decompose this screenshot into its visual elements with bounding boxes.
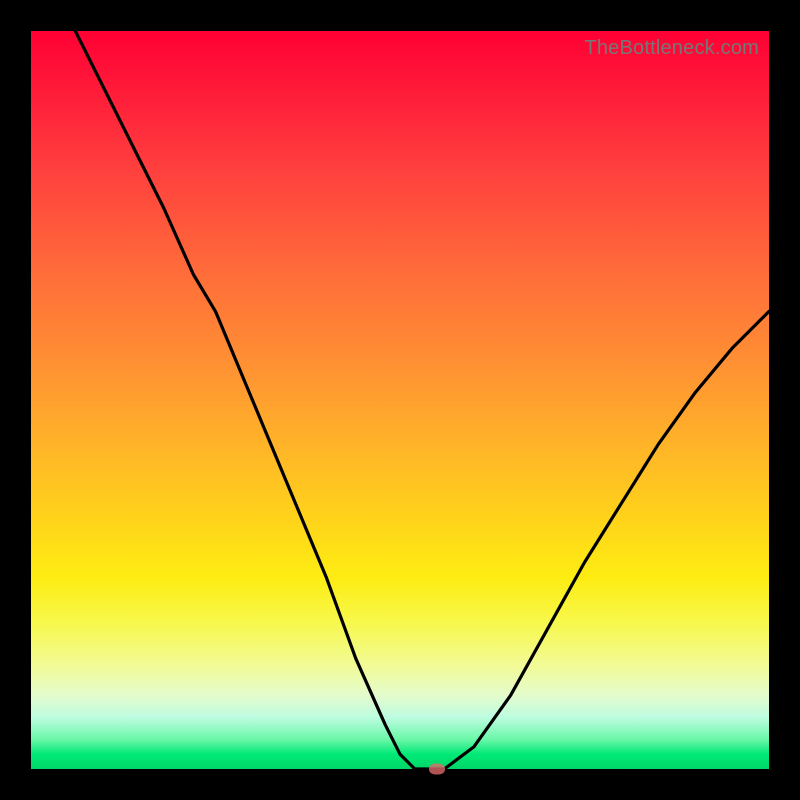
bottleneck-curve — [31, 31, 769, 769]
curve-path — [75, 31, 769, 769]
plot-area: TheBottleneck.com — [31, 31, 769, 769]
balance-marker — [429, 764, 445, 775]
chart-frame: TheBottleneck.com — [0, 0, 800, 800]
